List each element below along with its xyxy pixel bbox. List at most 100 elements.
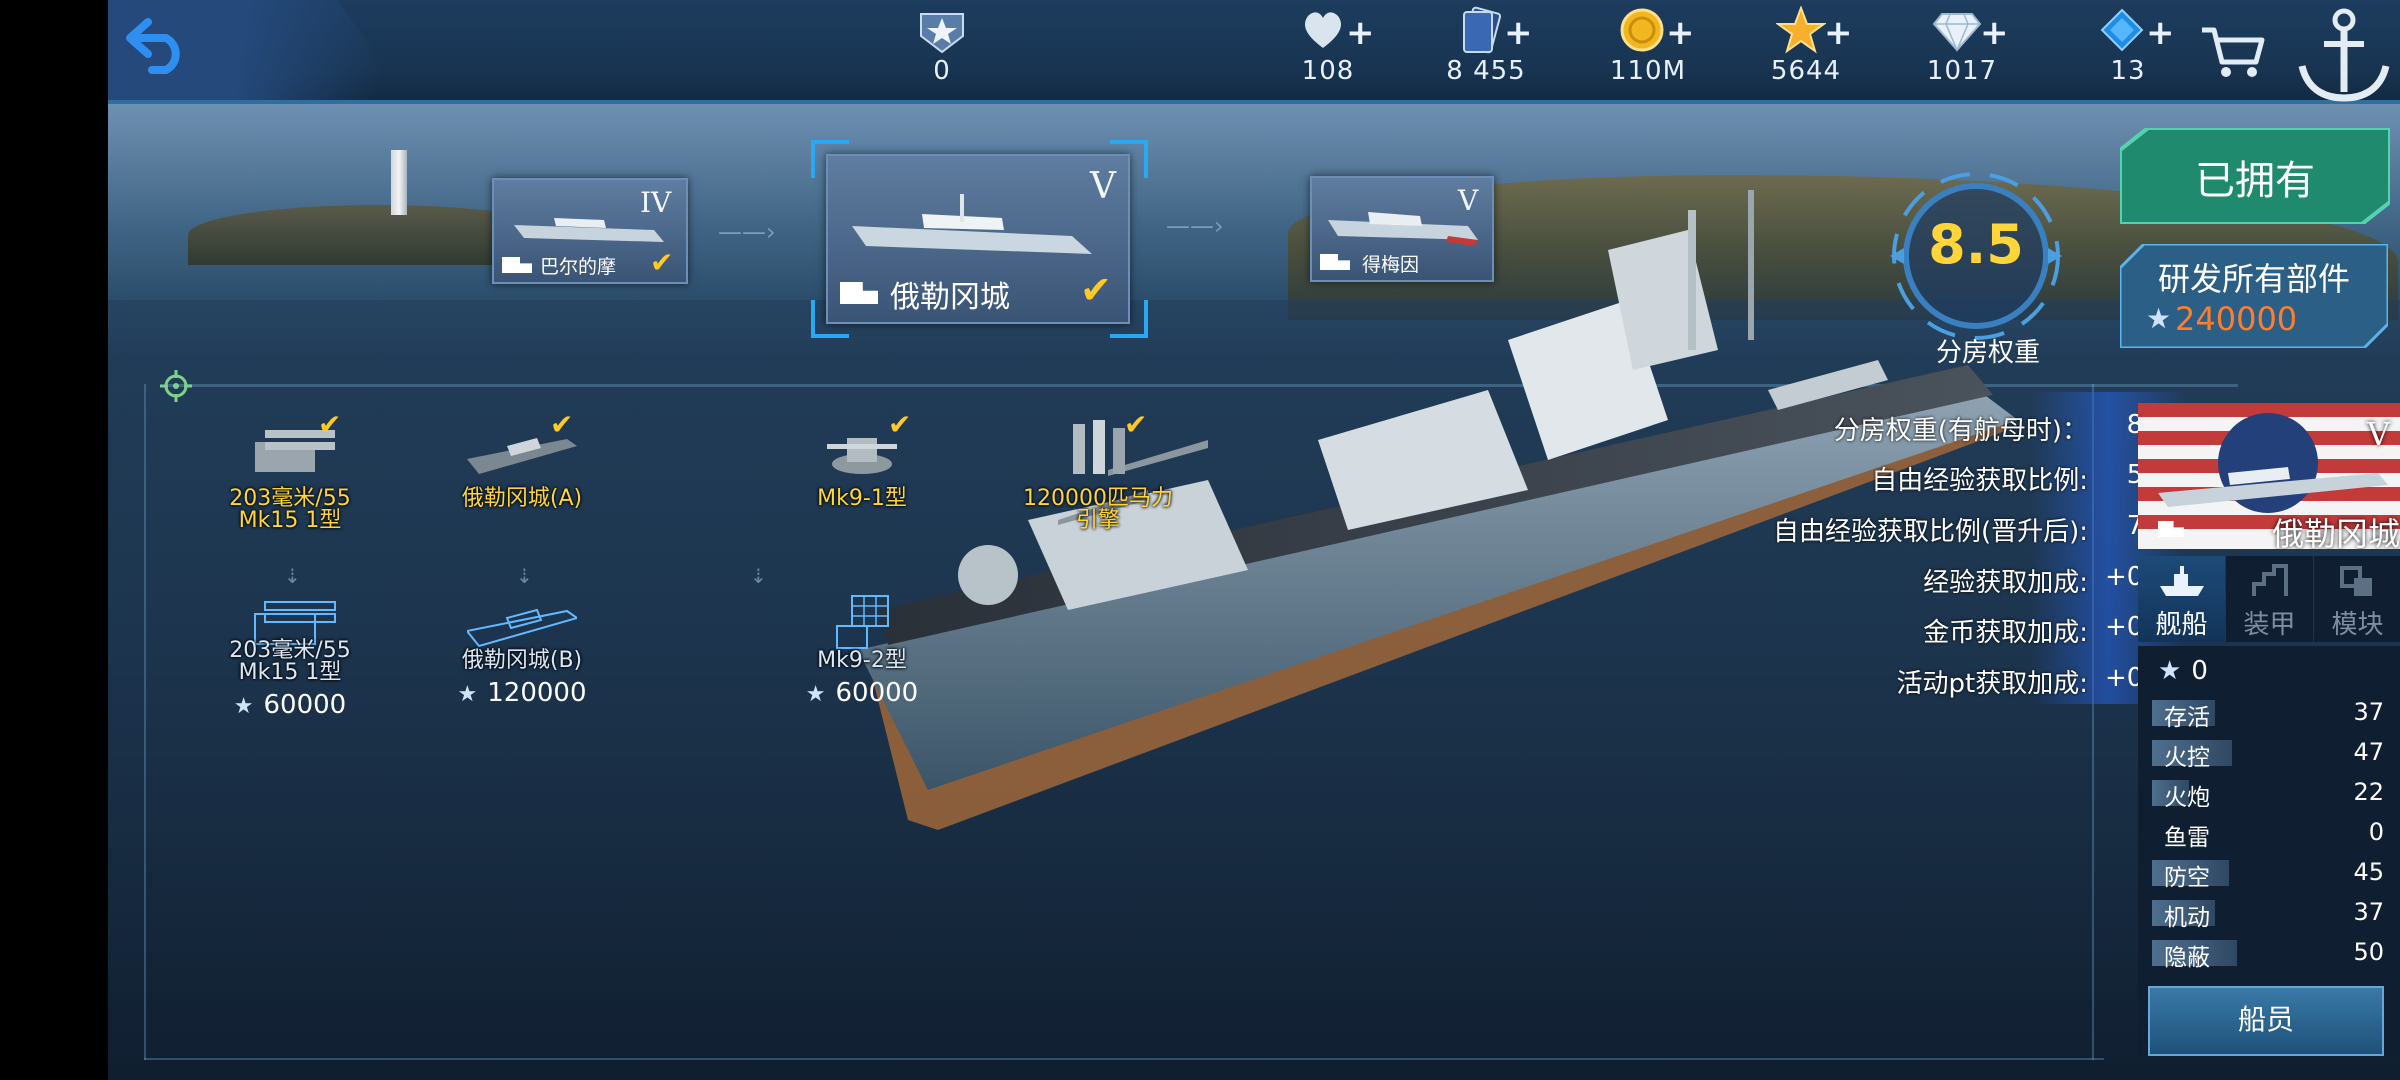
tab-armor[interactable]: 装甲 [2226, 556, 2313, 642]
ship-research-screen: IV 巴尔的摩 ✔ ——› V 俄勒冈城 ✔ ——› V 得梅因 ✔ 203毫米… [108, 0, 2400, 1080]
weight-value: 8.5 [1928, 213, 2024, 276]
module-label: 203毫米/55 Mk15 1型 [229, 638, 351, 685]
ship-name: 俄勒冈城 [890, 280, 1010, 315]
stat-label: 分房权重(有航母时)： [1833, 416, 2088, 446]
resource-value: 110M [1609, 56, 1687, 86]
module-label: Mk9-2型 [817, 648, 907, 673]
research-all-cost: 240000 [2175, 300, 2298, 338]
star-icon: ★ [457, 682, 478, 707]
module-hull-upgrade[interactable]: 俄勒冈城(B) ★ 120000 [422, 586, 622, 708]
target-icon[interactable] [158, 368, 194, 404]
arrow-down-icon: ⇣ [284, 564, 301, 588]
stat-label: 活动pt获取加成: [1896, 669, 2088, 699]
check-icon: ✔ [318, 408, 342, 441]
attribute-row: 存活 37 [2152, 696, 2398, 731]
resource-hearts[interactable]: + 108 [1268, 6, 1388, 92]
attribute-row: 隐蔽 50 [2152, 936, 2398, 971]
top-bar: 0 + 108 + 8 455 + 110M + 5644 + 1017 + 1… [108, 0, 2400, 104]
attribute-name: 防空 [2164, 865, 2210, 891]
matchmaking-weight-gauge: 8.5 [1888, 168, 2064, 344]
module-label: 俄勒冈城(B) [461, 648, 583, 673]
frame-left [144, 384, 146, 1060]
module-engine-installed[interactable]: ✔ 120000匹马力 引擎 [998, 408, 1198, 533]
lighthouse-icon [391, 150, 407, 215]
star-icon: ★ [233, 694, 254, 719]
gold-coin-icon [1620, 8, 1664, 52]
crew-button[interactable]: 船员 [2148, 986, 2384, 1056]
check-icon: ✔ [888, 408, 912, 441]
star-icon [1776, 6, 1826, 54]
rank-star-icon [920, 13, 964, 54]
ship-name: 俄勒冈城 [2271, 515, 2400, 549]
stat-label: 自由经验获取比例: [1871, 466, 2088, 496]
ship-flag-banner: V 俄勒冈城 [2138, 403, 2400, 549]
resource-value: 8 455 [1446, 56, 1526, 86]
tab-label: 舰船 [2155, 610, 2208, 640]
attribute-row: 防空 45 [2152, 856, 2398, 891]
ship-tier: IV [640, 186, 672, 219]
weight-label: 分房权重 [1935, 338, 2040, 368]
attribute-value: 37 [2353, 698, 2384, 726]
check-icon: ✔ [1080, 268, 1112, 312]
ship-thumbnail [852, 194, 1092, 254]
resource-gold[interactable]: + 110M [1588, 6, 1708, 92]
rank-count: 0 [933, 56, 951, 86]
flag-icon [502, 257, 532, 273]
stat-row: 经验获取加成: +0% [1208, 562, 2188, 602]
owned-label: 已拥有 [2195, 158, 2315, 204]
resource-diamonds[interactable]: + 1017 [1902, 6, 2022, 92]
arrow-right-icon: ——› [718, 218, 776, 246]
tab-modules[interactable]: 模块 [2314, 556, 2400, 642]
module-fire-control-upgrade[interactable]: Mk9-2型 ★ 60000 [762, 586, 962, 708]
ship-name: 巴尔的摩 [540, 256, 617, 278]
stat-row: 分房权重(有航母时)：8.5 [1208, 410, 2188, 450]
research-all-button[interactable]: 研发所有部件 ★ 240000 [2120, 244, 2388, 348]
module-hull-installed[interactable]: ✔ 俄勒冈城(A) [422, 408, 622, 511]
ship-tier: V [2366, 415, 2390, 453]
shopping-cart-icon [2202, 27, 2265, 77]
modules-icon [2340, 566, 2372, 596]
flag-icon [1320, 254, 1350, 270]
module-main-guns-upgrade[interactable]: 203毫米/55 Mk15 1型 ★ 60000 [190, 586, 390, 720]
ship-thumbnail [1328, 212, 1478, 246]
plus-icon: + [1346, 13, 1375, 53]
armor-icon [2252, 564, 2288, 596]
star-icon: ★ [805, 682, 826, 707]
ship-icon [2160, 566, 2204, 596]
module-label: 俄勒冈城(A) [461, 486, 583, 511]
flag-icon [840, 282, 878, 304]
module-label: Mk9-1型 [817, 486, 907, 511]
back-button[interactable] [122, 14, 202, 84]
anchor-button[interactable] [2288, 0, 2400, 108]
resource-cards[interactable]: + 8 455 [1426, 6, 1546, 92]
module-main-guns-installed[interactable]: ✔ 203毫米/55 Mk15 1型 [190, 408, 390, 532]
left-black-bar [0, 0, 108, 1080]
owned-button[interactable]: 已拥有 [2120, 128, 2390, 224]
ship-card-next[interactable]: V 得梅因 [1310, 176, 1494, 282]
tab-ship[interactable]: 舰船 [2138, 556, 2225, 642]
research-all-label: 研发所有部件 [2157, 260, 2350, 298]
module-fire-control-installed[interactable]: ✔ Mk9-1型 [762, 408, 962, 511]
module-cost: ★ 60000 [805, 678, 919, 708]
module-label: 120000匹马力 引擎 [1023, 486, 1173, 533]
star-count: ★ 0 [2158, 656, 2208, 686]
hull-blueprint-icon [465, 608, 580, 648]
ship-card-prev[interactable]: IV 巴尔的摩 ✔ [492, 178, 688, 284]
tab-label: 模块 [2331, 610, 2384, 640]
stat-row: 活动pt获取加成: +0% [1208, 663, 2188, 703]
panel-tabs: 舰船 装甲 模块 [2138, 556, 2400, 642]
attribute-row: 火炮 22 [2152, 776, 2398, 811]
resource-gems[interactable]: + 13 [2068, 6, 2188, 92]
resource-stars[interactable]: + 5644 [1746, 6, 1866, 92]
diamond-icon [1932, 13, 1982, 52]
star-icon: ★ [2146, 302, 2172, 335]
rank-badge[interactable]: 0 [882, 6, 1002, 92]
resource-value: 5644 [1770, 56, 1842, 86]
attribute-row: 火控 47 [2152, 736, 2398, 771]
plus-icon: + [1504, 13, 1533, 53]
ship-tier: V [1458, 184, 1479, 217]
shop-cart-button[interactable] [2198, 22, 2268, 82]
star-icon: ★ [2158, 656, 2182, 686]
attribute-value: 45 [2353, 858, 2384, 886]
ship-card-current[interactable]: V 俄勒冈城 ✔ [826, 154, 1130, 324]
